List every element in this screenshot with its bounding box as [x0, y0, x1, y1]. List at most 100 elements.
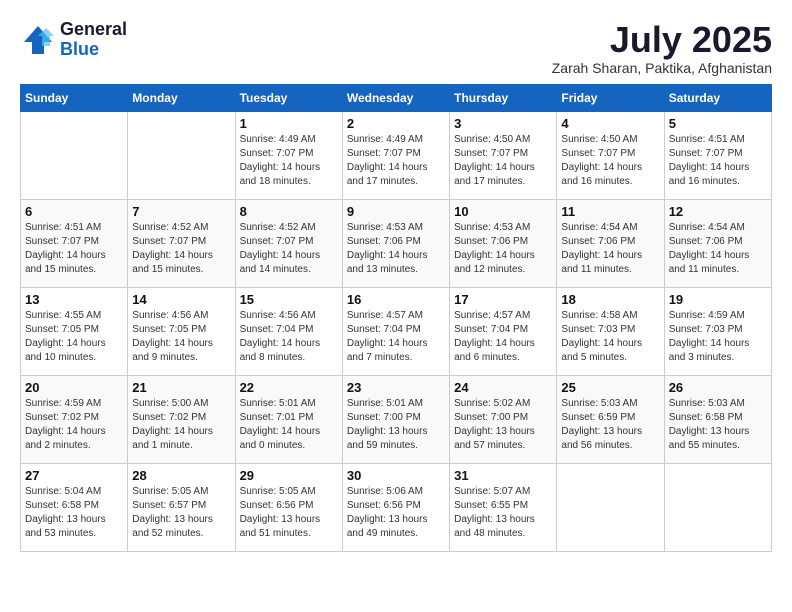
day-detail: Sunrise: 4:49 AM Sunset: 7:07 PM Dayligh…: [347, 133, 445, 189]
day-number: 23: [347, 380, 445, 395]
day-number: 27: [25, 468, 123, 483]
day-number: 15: [240, 292, 338, 307]
calendar-day-cell: 27 Sunrise: 5:04 AM Sunset: 6:58 PM Dayli…: [21, 463, 128, 551]
calendar-day-cell: 9Sunrise: 4:53 AM Sunset: 7:06 PM Daylig…: [342, 199, 449, 287]
calendar-day-cell: 23 Sunrise: 5:01 AM Sunset: 7:00 PM Dayli…: [342, 375, 449, 463]
day-detail: Sunrise: 5:01 AM Sunset: 7:00 PM Dayligh…: [347, 397, 445, 453]
day-number: 29: [240, 468, 338, 483]
day-number: 19: [669, 292, 767, 307]
day-number: 17: [454, 292, 552, 307]
day-detail: Sunrise: 5:05 AM Sunset: 6:56 PM Dayligh…: [240, 485, 338, 541]
calendar-day-cell: 29 Sunrise: 5:05 AM Sunset: 6:56 PM Dayli…: [235, 463, 342, 551]
calendar-day-cell: 21 Sunrise: 5:00 AM Sunset: 7:02 PM Dayli…: [128, 375, 235, 463]
day-detail: Sunrise: 5:04 AM Sunset: 6:58 PM Dayligh…: [25, 485, 123, 541]
calendar-day-cell: 1 Sunrise: 4:49 AM Sunset: 7:07 PM Daylig…: [235, 111, 342, 199]
calendar-day-cell: [557, 463, 664, 551]
calendar-day-cell: 18Sunrise: 4:58 AM Sunset: 7:03 PM Dayli…: [557, 287, 664, 375]
day-number: 10: [454, 204, 552, 219]
calendar-week-row: 13 Sunrise: 4:55 AM Sunset: 7:05 PM Dayli…: [21, 287, 772, 375]
calendar-header-row: SundayMondayTuesdayWednesdayThursdayFrid…: [21, 84, 772, 111]
day-detail: Sunrise: 4:54 AM Sunset: 7:06 PM Dayligh…: [669, 221, 767, 277]
logo: General Blue: [20, 20, 127, 60]
day-number: 11: [561, 204, 659, 219]
calendar-day-cell: 3Sunrise: 4:50 AM Sunset: 7:07 PM Daylig…: [450, 111, 557, 199]
day-detail: Sunrise: 5:02 AM Sunset: 7:00 PM Dayligh…: [454, 397, 552, 453]
day-detail: Sunrise: 4:52 AM Sunset: 7:07 PM Dayligh…: [132, 221, 230, 277]
calendar-day-cell: 8 Sunrise: 4:52 AM Sunset: 7:07 PM Daylig…: [235, 199, 342, 287]
month-year-title: July 2025: [552, 20, 772, 60]
column-header-tuesday: Tuesday: [235, 84, 342, 111]
location-subtitle: Zarah Sharan, Paktika, Afghanistan: [552, 60, 772, 76]
calendar-day-cell: 5 Sunrise: 4:51 AM Sunset: 7:07 PM Daylig…: [664, 111, 771, 199]
calendar-day-cell: 25Sunrise: 5:03 AM Sunset: 6:59 PM Dayli…: [557, 375, 664, 463]
logo-icon: [20, 22, 56, 58]
day-detail: Sunrise: 4:53 AM Sunset: 7:06 PM Dayligh…: [347, 221, 445, 277]
day-number: 20: [25, 380, 123, 395]
calendar-day-cell: 11 Sunrise: 4:54 AM Sunset: 7:06 PM Dayli…: [557, 199, 664, 287]
calendar-day-cell: 16Sunrise: 4:57 AM Sunset: 7:04 PM Dayli…: [342, 287, 449, 375]
calendar-day-cell: 12 Sunrise: 4:54 AM Sunset: 7:06 PM Dayli…: [664, 199, 771, 287]
logo-blue-text: Blue: [60, 40, 127, 60]
calendar-day-cell: 10 Sunrise: 4:53 AM Sunset: 7:06 PM Dayli…: [450, 199, 557, 287]
calendar-day-cell: 4Sunrise: 4:50 AM Sunset: 7:07 PM Daylig…: [557, 111, 664, 199]
calendar-day-cell: 13 Sunrise: 4:55 AM Sunset: 7:05 PM Dayli…: [21, 287, 128, 375]
day-number: 31: [454, 468, 552, 483]
day-number: 28: [132, 468, 230, 483]
day-detail: Sunrise: 4:49 AM Sunset: 7:07 PM Dayligh…: [240, 133, 338, 189]
day-detail: Sunrise: 4:57 AM Sunset: 7:04 PM Dayligh…: [454, 309, 552, 365]
calendar-day-cell: 17 Sunrise: 4:57 AM Sunset: 7:04 PM Dayli…: [450, 287, 557, 375]
day-detail: Sunrise: 5:03 AM Sunset: 6:59 PM Dayligh…: [561, 397, 659, 453]
day-number: 5: [669, 116, 767, 131]
calendar-day-cell: [128, 111, 235, 199]
day-detail: Sunrise: 5:06 AM Sunset: 6:56 PM Dayligh…: [347, 485, 445, 541]
day-number: 21: [132, 380, 230, 395]
day-detail: Sunrise: 4:56 AM Sunset: 7:05 PM Dayligh…: [132, 309, 230, 365]
day-number: 22: [240, 380, 338, 395]
calendar-day-cell: 22 Sunrise: 5:01 AM Sunset: 7:01 PM Dayli…: [235, 375, 342, 463]
calendar-day-cell: [21, 111, 128, 199]
day-number: 2: [347, 116, 445, 131]
day-number: 18: [561, 292, 659, 307]
calendar-day-cell: 6Sunrise: 4:51 AM Sunset: 7:07 PM Daylig…: [21, 199, 128, 287]
calendar-day-cell: 31 Sunrise: 5:07 AM Sunset: 6:55 PM Dayli…: [450, 463, 557, 551]
day-detail: Sunrise: 5:03 AM Sunset: 6:58 PM Dayligh…: [669, 397, 767, 453]
day-number: 1: [240, 116, 338, 131]
day-number: 8: [240, 204, 338, 219]
day-detail: Sunrise: 4:54 AM Sunset: 7:06 PM Dayligh…: [561, 221, 659, 277]
calendar-week-row: 1 Sunrise: 4:49 AM Sunset: 7:07 PM Daylig…: [21, 111, 772, 199]
day-number: 26: [669, 380, 767, 395]
day-detail: Sunrise: 4:59 AM Sunset: 7:02 PM Dayligh…: [25, 397, 123, 453]
day-detail: Sunrise: 4:50 AM Sunset: 7:07 PM Dayligh…: [561, 133, 659, 189]
column-header-monday: Monday: [128, 84, 235, 111]
column-header-thursday: Thursday: [450, 84, 557, 111]
day-detail: Sunrise: 5:00 AM Sunset: 7:02 PM Dayligh…: [132, 397, 230, 453]
day-detail: Sunrise: 4:50 AM Sunset: 7:07 PM Dayligh…: [454, 133, 552, 189]
day-number: 12: [669, 204, 767, 219]
logo-text: General Blue: [60, 20, 127, 60]
day-number: 13: [25, 292, 123, 307]
day-detail: Sunrise: 4:52 AM Sunset: 7:07 PM Dayligh…: [240, 221, 338, 277]
day-detail: Sunrise: 5:05 AM Sunset: 6:57 PM Dayligh…: [132, 485, 230, 541]
day-number: 14: [132, 292, 230, 307]
calendar-day-cell: 7 Sunrise: 4:52 AM Sunset: 7:07 PM Daylig…: [128, 199, 235, 287]
day-detail: Sunrise: 4:53 AM Sunset: 7:06 PM Dayligh…: [454, 221, 552, 277]
calendar-day-cell: 24 Sunrise: 5:02 AM Sunset: 7:00 PM Dayli…: [450, 375, 557, 463]
calendar-week-row: 20 Sunrise: 4:59 AM Sunset: 7:02 PM Dayli…: [21, 375, 772, 463]
day-number: 24: [454, 380, 552, 395]
calendar-day-cell: 15Sunrise: 4:56 AM Sunset: 7:04 PM Dayli…: [235, 287, 342, 375]
calendar-day-cell: 14 Sunrise: 4:56 AM Sunset: 7:05 PM Dayli…: [128, 287, 235, 375]
day-detail: Sunrise: 5:01 AM Sunset: 7:01 PM Dayligh…: [240, 397, 338, 453]
calendar-day-cell: [664, 463, 771, 551]
day-detail: Sunrise: 4:55 AM Sunset: 7:05 PM Dayligh…: [25, 309, 123, 365]
day-detail: Sunrise: 5:07 AM Sunset: 6:55 PM Dayligh…: [454, 485, 552, 541]
calendar-week-row: 27 Sunrise: 5:04 AM Sunset: 6:58 PM Dayli…: [21, 463, 772, 551]
logo-general-text: General: [60, 20, 127, 40]
day-detail: Sunrise: 4:51 AM Sunset: 7:07 PM Dayligh…: [669, 133, 767, 189]
day-number: 7: [132, 204, 230, 219]
column-header-saturday: Saturday: [664, 84, 771, 111]
day-detail: Sunrise: 4:57 AM Sunset: 7:04 PM Dayligh…: [347, 309, 445, 365]
calendar-day-cell: 28 Sunrise: 5:05 AM Sunset: 6:57 PM Dayli…: [128, 463, 235, 551]
day-number: 6: [25, 204, 123, 219]
calendar-table: SundayMondayTuesdayWednesdayThursdayFrid…: [20, 84, 772, 552]
column-header-wednesday: Wednesday: [342, 84, 449, 111]
